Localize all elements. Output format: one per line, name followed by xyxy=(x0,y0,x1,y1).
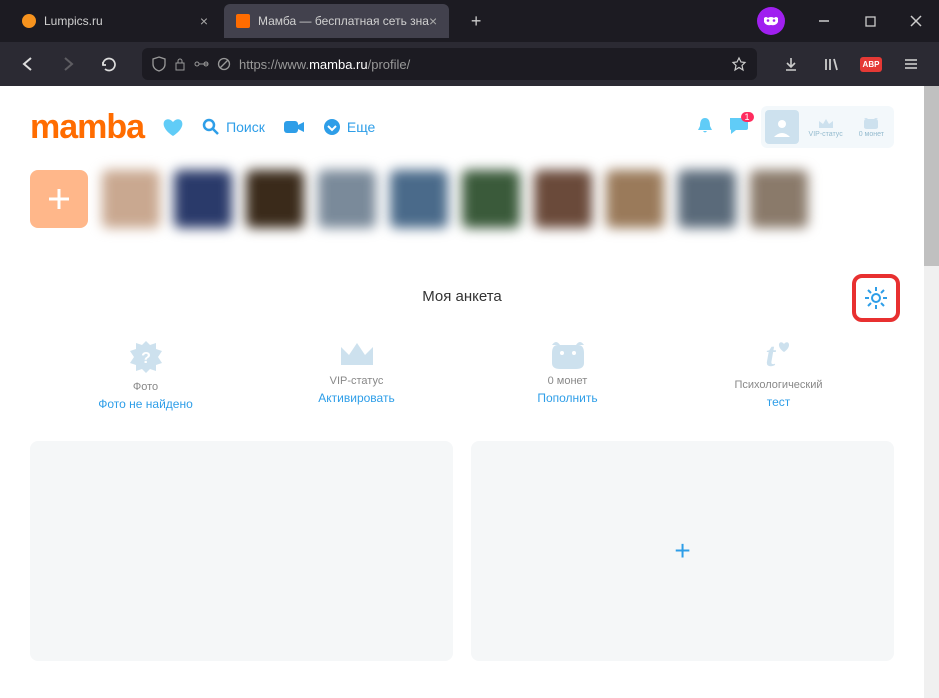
browser-toolbar: https://www.mamba.ru/profile/ ABP xyxy=(0,42,939,86)
photo-thumb[interactable] xyxy=(462,170,520,228)
gear-icon xyxy=(863,285,889,311)
lumpics-favicon xyxy=(22,14,36,28)
coins-mini[interactable]: 0 монет xyxy=(853,116,890,138)
minimize-button[interactable] xyxy=(801,0,847,42)
video-button[interactable] xyxy=(283,119,305,135)
card-action[interactable]: Пополнить xyxy=(537,391,597,405)
card-action[interactable]: тест xyxy=(767,395,791,409)
close-icon[interactable]: × xyxy=(429,13,437,29)
card-action[interactable]: Фото не найдено xyxy=(98,397,193,411)
settings-gear-button[interactable] xyxy=(852,274,900,322)
scrollbar-thumb[interactable] xyxy=(924,86,939,266)
mamba-logo[interactable]: mamba xyxy=(30,108,144,147)
panel-right[interactable]: + xyxy=(471,441,894,661)
card-action[interactable]: Активировать xyxy=(318,391,394,405)
test-icon: t xyxy=(766,337,791,375)
profile-cards: ? Фото Фото не найдено VIP-статус Активи… xyxy=(30,337,894,411)
wallet-icon xyxy=(862,116,880,130)
lock-icon xyxy=(174,57,186,71)
messages-badge: 1 xyxy=(741,112,754,122)
more-label: Еще xyxy=(347,119,376,135)
tab-lumpics[interactable]: Lumpics.ru × xyxy=(10,4,220,38)
avatar xyxy=(765,110,799,144)
downloads-button[interactable] xyxy=(775,48,807,80)
add-photo-button[interactable] xyxy=(30,170,88,228)
mamba-favicon xyxy=(236,14,250,28)
site-header: mamba Поиск Еще 1 xyxy=(30,106,894,148)
search-icon xyxy=(202,118,220,136)
plus-icon: + xyxy=(674,535,690,567)
more-nav[interactable]: Еще xyxy=(323,118,376,136)
card-label: 0 монет xyxy=(548,375,588,387)
url-bar[interactable]: https://www.mamba.ru/profile/ xyxy=(142,48,757,80)
new-tab-button[interactable]: + xyxy=(461,6,491,36)
card-photo[interactable]: ? Фото Фото не найдено xyxy=(56,337,236,411)
vpn-button[interactable] xyxy=(751,1,791,41)
close-button[interactable] xyxy=(893,0,939,42)
search-label: Поиск xyxy=(226,119,265,135)
menu-button[interactable] xyxy=(895,48,927,80)
bookmark-icon[interactable] xyxy=(731,56,747,72)
back-button[interactable] xyxy=(12,48,44,80)
photo-thumb[interactable] xyxy=(534,170,592,228)
heart-button[interactable] xyxy=(162,117,184,137)
crown-icon xyxy=(817,116,835,130)
forward-button[interactable] xyxy=(52,48,84,80)
content-area: mamba Поиск Еще 1 xyxy=(0,86,939,698)
reload-button[interactable] xyxy=(92,48,124,80)
tab-strip: Lumpics.ru × Мамба — бесплатная сеть зна… xyxy=(0,0,751,42)
card-coins[interactable]: 0 монет Пополнить xyxy=(478,337,658,411)
photo-thumb[interactable] xyxy=(318,170,376,228)
user-box[interactable]: VIP-статус 0 монет xyxy=(761,106,894,148)
panel-left[interactable] xyxy=(30,441,453,661)
page-body: mamba Поиск Еще 1 xyxy=(0,86,924,698)
photo-thumb[interactable] xyxy=(678,170,736,228)
header-right: 1 VIP-статус 0 монет xyxy=(695,106,894,148)
messages-button[interactable]: 1 xyxy=(727,115,749,140)
close-icon[interactable]: × xyxy=(200,13,208,29)
photo-thumb[interactable] xyxy=(102,170,160,228)
question-badge-icon: ? xyxy=(126,337,166,377)
card-label: Психологический xyxy=(734,379,822,391)
panels-row: + xyxy=(30,441,894,661)
library-button[interactable] xyxy=(815,48,847,80)
tab-title: Lumpics.ru xyxy=(44,14,103,28)
maximize-button[interactable] xyxy=(847,0,893,42)
permissions-icon xyxy=(194,59,209,69)
shield-icon xyxy=(152,56,166,72)
window-controls xyxy=(801,0,939,42)
card-test[interactable]: t Психологический тест xyxy=(689,337,869,411)
vip-mini[interactable]: VIP-статус xyxy=(803,116,849,138)
abp-button[interactable]: ABP xyxy=(855,48,887,80)
photo-thumb[interactable] xyxy=(750,170,808,228)
section-title: Моя анкета xyxy=(30,288,894,305)
tab-title: Мамба — бесплатная сеть зна xyxy=(258,14,429,28)
window-titlebar: Lumpics.ru × Мамба — бесплатная сеть зна… xyxy=(0,0,939,42)
svg-text:?: ? xyxy=(141,350,151,367)
crown-icon xyxy=(337,337,377,371)
chevron-down-icon xyxy=(323,118,341,136)
search-nav[interactable]: Поиск xyxy=(202,118,265,136)
wallet-icon xyxy=(548,337,588,371)
photo-strip xyxy=(30,170,894,228)
photo-thumb[interactable] xyxy=(390,170,448,228)
photo-thumb[interactable] xyxy=(606,170,664,228)
photo-thumb[interactable] xyxy=(246,170,304,228)
notifications-button[interactable] xyxy=(695,115,715,140)
card-label: VIP-статус xyxy=(330,375,384,387)
url-text: https://www.mamba.ru/profile/ xyxy=(239,57,723,72)
mask-icon xyxy=(757,7,785,35)
blocked-icon xyxy=(217,57,231,71)
photo-thumb[interactable] xyxy=(174,170,232,228)
card-label: Фото xyxy=(133,381,158,393)
card-vip[interactable]: VIP-статус Активировать xyxy=(267,337,447,411)
tab-mamba[interactable]: Мамба — бесплатная сеть зна × xyxy=(224,4,449,38)
